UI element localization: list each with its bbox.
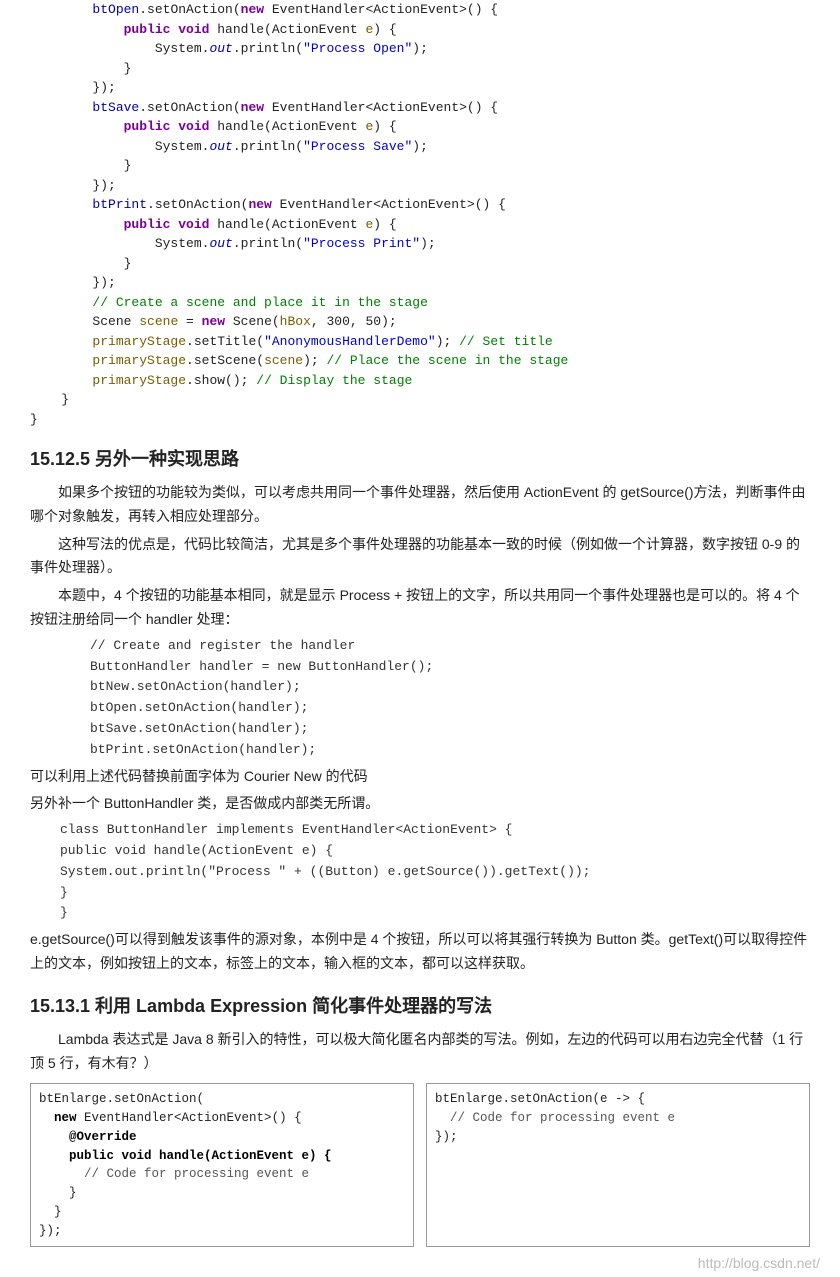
code-block-main: btOpen.setOnAction(new EventHandler<Acti…	[30, 0, 810, 429]
code-snippet-buttonhandler: class ButtonHandler implements EventHand…	[60, 820, 810, 924]
code-box-right: btEnlarge.setOnAction(e -> { // Code for…	[426, 1083, 810, 1247]
para: 可以利用上述代码替换前面字体为 Courier New 的代码	[30, 765, 810, 789]
para: Lambda 表达式是 Java 8 新引入的特性，可以极大简化匿名内部类的写法…	[30, 1028, 810, 1076]
para: e.getSource()可以得到触发该事件的源对象，本例中是 4 个按钮，所以…	[30, 928, 810, 976]
para: 本题中，4 个按钮的功能基本相同，就是显示 Process + 按钮上的文字，所…	[30, 584, 810, 632]
para: 这种写法的优点是，代码比较简洁，尤其是多个事件处理器的功能基本一致的时候（例如做…	[30, 533, 810, 581]
watermark: http://blog.csdn.net/	[698, 1255, 820, 1271]
section-heading-15-12-5: 15.12.5 另外一种实现思路	[30, 445, 810, 471]
section-heading-15-13-1: 15.13.1 利用 Lambda Expression 简化事件处理器的写法	[30, 992, 810, 1018]
para: 如果多个按钮的功能较为类似，可以考虑共用同一个事件处理器，然后使用 Action…	[30, 481, 810, 529]
two-column-code: btEnlarge.setOnAction( new EventHandler<…	[30, 1083, 810, 1247]
para: 另外补一个 ButtonHandler 类，是否做成内部类无所谓。	[30, 792, 810, 816]
code-box-left: btEnlarge.setOnAction( new EventHandler<…	[30, 1083, 414, 1247]
page: btOpen.setOnAction(new EventHandler<Acti…	[0, 0, 840, 1277]
code-snippet-handler-register: // Create and register the handler Butto…	[90, 636, 810, 761]
